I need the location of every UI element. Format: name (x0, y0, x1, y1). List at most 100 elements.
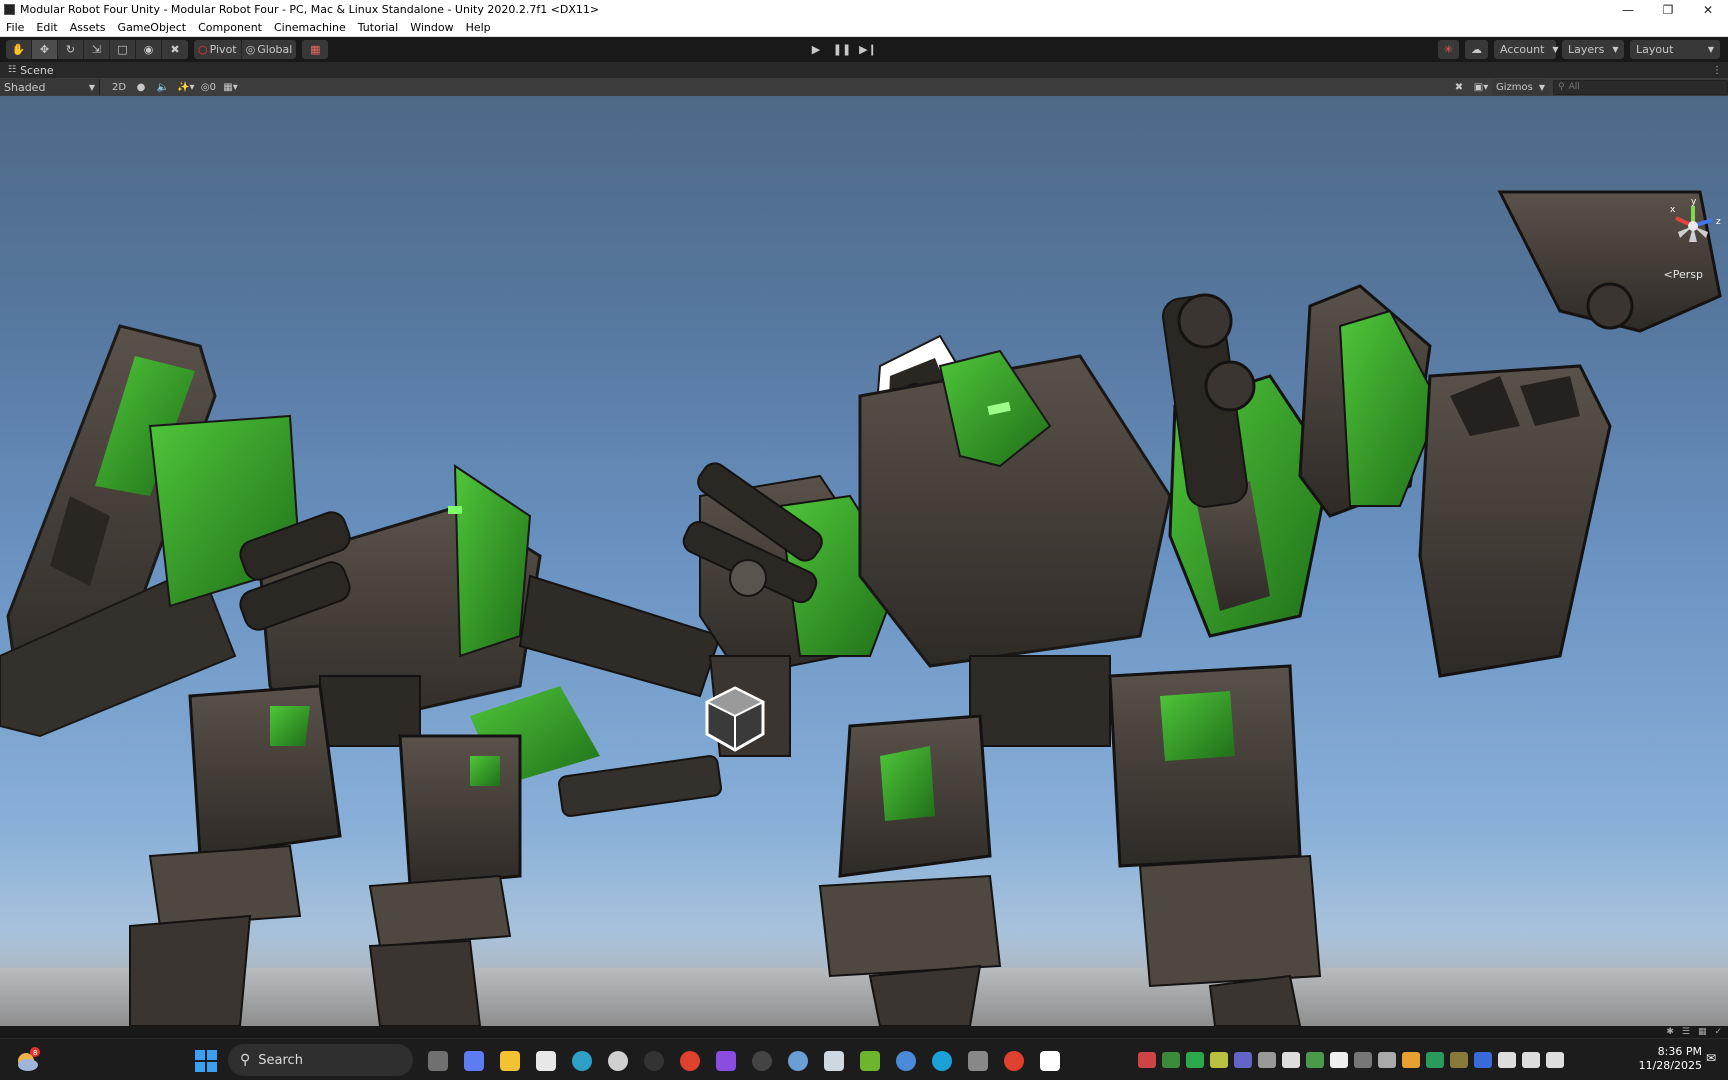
chrome-alt-icon[interactable] (996, 1047, 1032, 1075)
tray-misc-icon[interactable] (1354, 1052, 1372, 1068)
battery-icon[interactable] (1546, 1052, 1564, 1068)
windows-start-icon[interactable] (195, 1050, 217, 1072)
menu-help[interactable]: Help (460, 21, 497, 34)
clock-date: 11/28/2025 (1638, 1059, 1702, 1072)
bug-icon[interactable]: ✱ (1666, 1027, 1674, 1037)
tray-font-icon[interactable] (1210, 1052, 1228, 1068)
minimize-icon[interactable]: — (1608, 0, 1648, 19)
alienware-icon[interactable] (600, 1047, 636, 1075)
menu-tutorial[interactable]: Tutorial (352, 21, 404, 34)
layers-dropdown[interactable]: Layers ▼ (1562, 40, 1624, 59)
close-icon[interactable]: ✕ (1688, 0, 1728, 19)
grid-toggle-icon[interactable]: ▦▾ (219, 79, 241, 95)
gizmos-dropdown[interactable]: Gizmos ▼ (1491, 79, 1549, 95)
hidden-objects-toggle[interactable]: ◎ 0 (197, 79, 219, 95)
scene-viewport[interactable]: x y z <Persp (0, 96, 1728, 1026)
dark-app-icon[interactable] (636, 1047, 672, 1075)
tab-scene[interactable]: ☷ Scene (0, 64, 62, 77)
clapper-icon[interactable] (708, 1047, 744, 1075)
tray-board-icon[interactable] (1450, 1052, 1468, 1068)
effects-icon[interactable]: ✨▾ (174, 79, 197, 95)
pause-icon[interactable]: ❚❚ (829, 40, 855, 59)
menu-assets[interactable]: Assets (64, 21, 112, 34)
tray-bar-icon[interactable] (1378, 1052, 1396, 1068)
wifi-icon[interactable] (1498, 1052, 1516, 1068)
transform-icon[interactable]: ◉ (136, 40, 162, 59)
cloud-icon[interactable]: ☁ (1465, 40, 1488, 59)
xbox-icon[interactable] (1162, 1052, 1180, 1068)
custom-tool-icon[interactable]: ✖ (162, 40, 188, 59)
globe-app-icon[interactable] (780, 1047, 816, 1075)
google-icon[interactable] (1330, 1052, 1348, 1068)
tray-green-icon[interactable] (1186, 1052, 1204, 1068)
restore-icon[interactable]: ❐ (1648, 0, 1688, 19)
tab-menu-icon[interactable]: ⋮ (1712, 65, 1722, 76)
graph-icon[interactable]: ▦ (1698, 1027, 1707, 1037)
camera-icon[interactable]: ▣▾ (1470, 79, 1492, 95)
volume-icon[interactable] (1522, 1052, 1540, 1068)
shading-mode-dropdown[interactable]: Shaded ▼ (0, 79, 100, 95)
earth-icon[interactable] (888, 1047, 924, 1075)
system-tray (1138, 1052, 1564, 1068)
menu-file[interactable]: File (0, 21, 30, 34)
vs-icon[interactable] (1258, 1052, 1276, 1068)
taskbar-clock[interactable]: 8:36 PM 11/28/2025 (1639, 1045, 1702, 1073)
unity-taskbar-icon[interactable] (1032, 1047, 1068, 1075)
global-toggle[interactable]: ◎ Global (242, 40, 297, 59)
lighting-icon[interactable]: ● (130, 79, 152, 95)
file-explorer-icon[interactable] (492, 1047, 528, 1075)
tools-icon[interactable]: ✖ (1448, 79, 1470, 95)
rotate-icon[interactable]: ↻ (58, 40, 84, 59)
notepad-icon[interactable] (816, 1047, 852, 1075)
scale-icon[interactable]: ⇲ (84, 40, 110, 59)
audio-icon[interactable]: 🔈 (152, 79, 174, 95)
layers-label: Layers (1568, 43, 1605, 56)
taskbar-search-input[interactable]: ⚲ Search (228, 1044, 413, 1076)
window-title: Modular Robot Four Unity - Modular Robot… (20, 3, 600, 16)
account-dropdown[interactable]: Account ▼ (1494, 40, 1559, 59)
projection-toggle[interactable]: <Persp (1664, 268, 1703, 281)
window-title-bar: Modular Robot Four Unity - Modular Robot… (0, 0, 1728, 19)
menu-cinemachine[interactable]: Cinemachine (268, 21, 352, 34)
toolbar-right: ✳ ☁ Account ▼ Layers ▼ Layout ▼ (1437, 40, 1720, 59)
layout-dropdown[interactable]: Layout ▼ (1630, 40, 1720, 59)
teams-icon[interactable] (1234, 1052, 1252, 1068)
nvidia-icon[interactable] (852, 1047, 888, 1075)
rect-icon[interactable]: □ (110, 40, 136, 59)
hand-icon[interactable]: ✋ (6, 40, 32, 59)
tray-leaf-icon[interactable] (1306, 1052, 1324, 1068)
menu-gameobject[interactable]: GameObject (112, 21, 193, 34)
layout-label: Layout (1636, 43, 1674, 56)
obs-icon[interactable] (744, 1047, 780, 1075)
unity-hub-icon[interactable] (1282, 1052, 1300, 1068)
tray-app-icon[interactable] (1138, 1052, 1156, 1068)
menu-window[interactable]: Window (404, 21, 459, 34)
pivot-toggle[interactable]: ○ Pivot (194, 40, 242, 59)
browser-edge-dev-icon[interactable] (564, 1047, 600, 1075)
menu-edit[interactable]: Edit (30, 21, 63, 34)
move-icon[interactable]: ✥ (32, 40, 58, 59)
chevron-down-icon: ▼ (1538, 82, 1545, 92)
tray-gem-icon[interactable] (1426, 1052, 1444, 1068)
grid-snap-icon[interactable]: ▦ (302, 40, 328, 59)
weather-widget[interactable]: 8 (14, 1047, 40, 1073)
usb-icon[interactable] (960, 1047, 996, 1075)
copilot-icon[interactable] (456, 1047, 492, 1075)
globe-icon: ◎ (245, 43, 256, 56)
chrome-icon[interactable] (672, 1047, 708, 1075)
stack-icon[interactable]: ☰ (1682, 1027, 1690, 1037)
notification-bell-icon[interactable]: ✉ (1706, 1051, 1722, 1067)
refresh-icon[interactable] (1474, 1052, 1492, 1068)
toggle-2d-button[interactable]: 2D (108, 79, 130, 95)
menu-component[interactable]: Component (192, 21, 268, 34)
tab-scene-label: Scene (20, 63, 54, 77)
hierarchy-search-input[interactable]: ⚲ All (1553, 79, 1728, 95)
task-view-icon[interactable] (420, 1047, 456, 1075)
store-icon[interactable] (528, 1047, 564, 1075)
play-icon[interactable]: ▶ (803, 40, 829, 59)
step-icon[interactable]: ▶❙ (855, 40, 881, 59)
collab-icon[interactable]: ✳ (1437, 40, 1459, 59)
check-icon[interactable]: ✓ (1714, 1027, 1722, 1037)
tray-orange-icon[interactable] (1402, 1052, 1420, 1068)
edge-icon[interactable] (924, 1047, 960, 1075)
